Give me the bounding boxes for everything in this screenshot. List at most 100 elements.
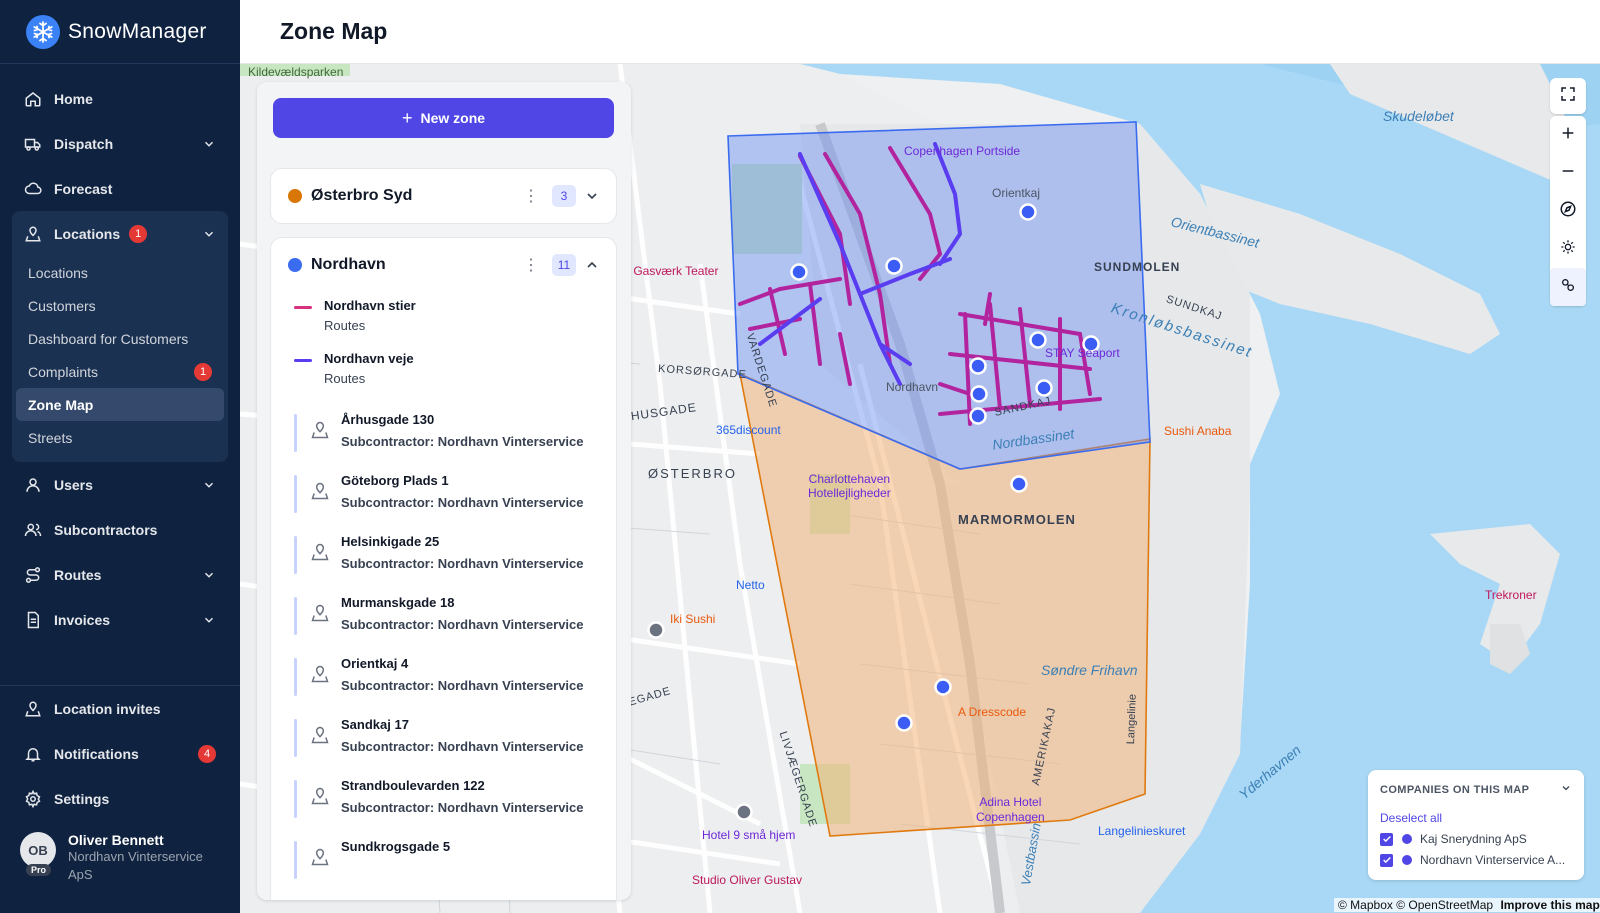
more-vertical-icon[interactable]: ⋮ [522,186,540,206]
attribution-improve[interactable]: Improve this map [1500,898,1599,912]
chevron-up-icon[interactable] [584,257,600,273]
avatar-initials: OB [28,842,48,858]
zone-count: 11 [552,254,576,276]
layers-button[interactable] [1550,268,1586,306]
map-attribution: © Mapbox © OpenStreetMap Improve this ma… [1334,898,1600,912]
sub-item-locations[interactable]: Locations [16,256,224,289]
location-subcontractor: Subcontractor: Nordhavn Vinterservice Ap… [341,495,586,510]
sub-item-zone-map[interactable]: Zone Map [16,388,224,421]
nav-dispatch[interactable]: Dispatch [12,121,228,166]
nav-invoices[interactable]: Invoices [12,597,228,642]
new-zone-button[interactable]: + New zone [273,98,614,138]
poi-charlottehaven: Charlottehaven Hotellejligheder [808,472,891,500]
nav-users[interactable]: Users [12,462,228,507]
location-item[interactable]: Murmanskgade 18 Subcontractor: Nordhavn V… [271,589,616,650]
home-icon [24,90,42,108]
nav-home[interactable]: Home [12,76,228,121]
chevron-down-icon [202,227,216,241]
sub-item-dashboard-customers[interactable]: Dashboard for Customers [16,322,224,355]
user-profile[interactable]: OB Pro Oliver Bennett Nordhavn Vinterser… [20,832,218,884]
brand[interactable]: SnowManager [0,0,240,64]
nav-settings[interactable]: Settings [12,776,228,821]
attribution-mapbox[interactable]: © Mapbox [1338,898,1393,912]
location-name: Sundkrogsgade 5 [341,839,451,854]
chevron-down-icon [202,137,216,151]
company-name: Nordhavn Vinterservice A... [1420,853,1566,867]
nav-notifications[interactable]: Notifications 4 [12,731,228,776]
new-zone-label: New zone [420,110,486,126]
location-subcontractor: Subcontractor: Nordhavn Vinterservice Ap… [341,556,586,571]
zoom-in-button[interactable] [1550,116,1586,154]
complaints-badge: 1 [194,362,212,381]
sub-item-streets[interactable]: Streets [16,421,224,454]
chevron-down-icon [202,478,216,492]
truck-icon [24,135,42,153]
attribution-osm[interactable]: © OpenStreetMap [1396,898,1493,912]
locations-submenu: Locations Customers Dashboard for Custom… [12,256,228,462]
location-bar [294,780,297,818]
location-item[interactable]: Strandboulevarden 122 Subcontractor: Nord… [271,772,616,833]
cloud-icon [24,180,42,198]
light-mode-button[interactable] [1550,230,1586,268]
nav-locations[interactable]: Locations 1 [12,211,228,256]
sun-icon [1560,239,1576,260]
zoom-out-button[interactable] [1550,154,1586,192]
nav-subcontractors[interactable]: Subcontractors [12,507,228,552]
sub-item-complaints[interactable]: Complaints 1 [16,355,224,388]
poi-adina-hotel: Adina Hotel Copenhagen [976,795,1045,824]
locations-badge: 1 [129,224,148,243]
sub-item-label: Streets [28,429,73,446]
location-item[interactable]: Sundkrogsgade 5 [271,833,616,894]
poi-iki-sushi: Iki Sushi [670,612,716,626]
route-name: Nordhavn veje [324,351,414,366]
map-pin-icon [310,786,332,808]
company-row[interactable]: Kaj Snerydning ApS [1380,832,1572,846]
route-item[interactable]: Nordhavn veje Routes [271,345,616,392]
map-label-osterbro: ØSTERBRO [648,466,737,481]
fullscreen-button[interactable] [1550,78,1586,114]
nav-location-invites[interactable]: Location invites [12,686,228,731]
zone-card-osterbro-syd[interactable]: Østerbro Syd ⋮ 3 [270,168,617,224]
plan-badge: Pro [26,864,52,876]
map-pin-icon [24,700,42,718]
avatar: OB Pro [20,832,56,876]
zone-count: 3 [552,185,576,207]
company-row[interactable]: Nordhavn Vinterservice A... [1380,853,1572,867]
location-item[interactable]: Århusgade 130 Subcontractor: Nordhavn Vin… [271,406,616,467]
map-label-skudelobet: Skudeløbet [1383,108,1454,124]
route-type: Routes [324,371,366,386]
sub-item-customers[interactable]: Customers [16,289,224,322]
nav-routes[interactable]: Routes [12,552,228,597]
checkbox-checked-icon[interactable] [1380,853,1393,867]
chevron-down-icon[interactable] [584,188,600,204]
nav-dispatch-label: Dispatch [54,135,114,152]
zone-header[interactable]: Østerbro Syd ⋮ 3 [271,169,616,223]
location-item[interactable]: Orientkaj 4 Subcontractor: Nordhavn Vinte… [271,650,616,711]
location-bar [294,414,297,452]
poi-studio-oliver-gustav: Studio Oliver Gustav [692,873,803,887]
chevron-down-icon[interactable] [1560,782,1572,797]
location-subcontractor: Subcontractor: Nordhavn Vinterservice Ap… [341,678,586,693]
map-label-marmormolen: MARMORMOLEN [958,512,1076,527]
poi-trekroner: Trekroner [1485,588,1537,602]
poi-sushi-anaba: Sushi Anaba [1164,424,1232,438]
nav-subcontractors-label: Subcontractors [54,521,158,538]
nav-forecast[interactable]: Forecast [12,166,228,211]
location-item[interactable]: Helsinkigade 25 Subcontractor: Nordhavn V… [271,528,616,589]
notifications-badge: 4 [198,744,216,763]
route-item[interactable]: Nordhavn stier Routes [271,292,616,339]
deselect-all-link[interactable]: Deselect all [1380,811,1572,825]
chevron-down-icon [202,613,216,627]
zone-card-nordhavn[interactable]: Nordhavn ⋮ 11 Nordhavn stier Routes Nord… [270,237,617,900]
location-item[interactable]: Göteborg Plads 1 Subcontractor: Nordhavn … [271,467,616,528]
location-name: Sandkaj 17 [341,717,409,732]
plus-icon: + [401,107,413,128]
location-item[interactable]: Sandkaj 17 Subcontractor: Nordhavn Vinter… [271,711,616,772]
checkbox-checked-icon[interactable] [1380,832,1393,846]
location-bar [294,536,297,574]
more-vertical-icon[interactable]: ⋮ [522,255,540,275]
companies-header[interactable]: COMPANIES ON THIS MAP [1380,782,1572,797]
compass-button[interactable] [1550,192,1586,230]
zone-header[interactable]: Nordhavn ⋮ 11 [271,238,616,292]
poi-stay-seaport: STAY Seaport [1045,346,1120,360]
